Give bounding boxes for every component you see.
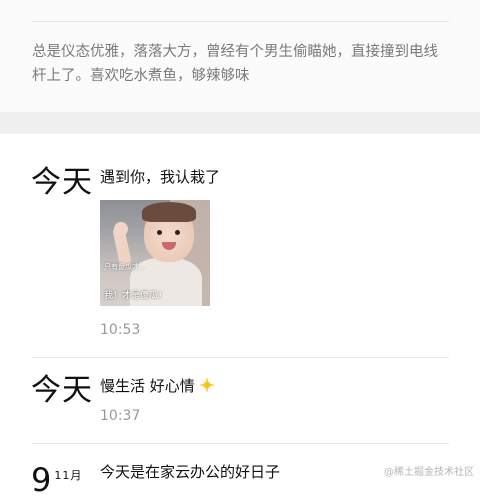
post-date-label: 今天 xyxy=(31,373,93,408)
photo-caption-bottom: 我！才是傻瓜！ xyxy=(104,291,168,301)
post-photo[interactable]: 只有傻瓜才... 我！才是傻瓜！ xyxy=(100,200,210,306)
post-text: 今天是在家云办公的好日子 xyxy=(100,463,281,481)
sparkle-icon xyxy=(198,377,215,393)
post-divider xyxy=(32,357,449,358)
watermark: @稀土掘金技术社区 xyxy=(384,467,474,478)
post-text: 慢生活 好心情 xyxy=(100,377,195,395)
profile-bio-section: 总是仪态优雅，落落大方，曾经有个男生偷瞄她，直接撞到电线杆上了。喜欢吃水煮鱼，够… xyxy=(0,0,480,112)
section-separator xyxy=(0,112,480,134)
photo-hand xyxy=(114,222,128,236)
post-date-number: 9 xyxy=(31,461,53,499)
post-date-day: 9 11月 xyxy=(31,459,82,497)
photo-hair xyxy=(142,202,196,222)
post-timestamp: 10:53 xyxy=(100,322,141,338)
photo-eye xyxy=(175,230,180,235)
post-timestamp: 10:37 xyxy=(100,408,141,424)
profile-bio-text: 总是仪态优雅，落落大方，曾经有个男生偷瞄她，直接撞到电线杆上了。喜欢吃水煮鱼，够… xyxy=(32,44,438,84)
post-divider xyxy=(32,443,449,444)
photo-caption-top: 只有傻瓜才... xyxy=(104,263,146,271)
post-text-wrapper: 慢生活 好心情 xyxy=(100,376,215,396)
post-date-label: 今天 xyxy=(31,165,93,200)
post-text: 遇到你，我认栽了 xyxy=(100,168,221,186)
post-date-month: 11月 xyxy=(54,469,83,482)
photo-eye xyxy=(157,230,162,235)
divider xyxy=(32,21,449,22)
